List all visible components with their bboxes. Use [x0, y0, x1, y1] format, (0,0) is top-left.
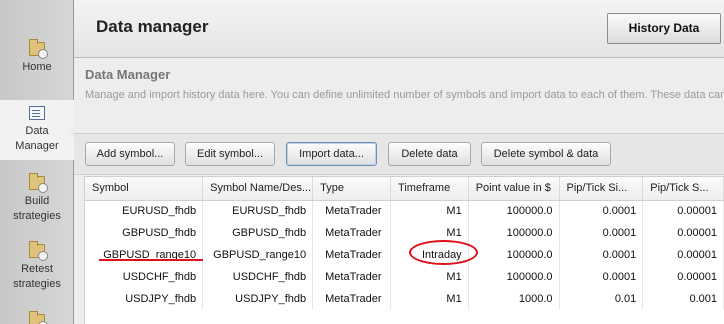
- cell-pip-tick-size: 0.0001: [559, 222, 644, 244]
- delete-data-button[interactable]: Delete data: [388, 142, 471, 166]
- cell-point-value: 1000.0: [468, 288, 560, 310]
- cell-point-value: 100000.0: [468, 266, 560, 288]
- active-item-pointer: [66, 123, 74, 139]
- cell-symbol: USDJPY_fhdb: [85, 288, 204, 310]
- sidebar-item-home[interactable]: Home: [0, 39, 74, 75]
- table-row[interactable]: EURUSD_fhdb EURUSD_fhdb MetaTrader M1 10…: [85, 200, 724, 222]
- cell-symbol-name: GBPUSD_range10: [202, 244, 314, 266]
- folder-icon: [29, 311, 48, 324]
- sidebar-item-label: Home: [22, 61, 52, 73]
- build-strategies-folder-icon: [29, 173, 48, 193]
- cell-symbol-name: USDCHF_fhdb: [202, 266, 314, 288]
- table-row[interactable]: GBPUSD_range10 GBPUSD_range10 MetaTrader…: [85, 244, 724, 266]
- cell-timeframe: M1: [390, 288, 469, 310]
- cell-type: MetaTrader: [312, 200, 392, 222]
- history-data-tab[interactable]: History Data: [607, 13, 721, 44]
- cell-pip-tick-step: 0.001: [642, 288, 724, 310]
- column-header-point-value[interactable]: Point value in $: [468, 177, 560, 201]
- edit-symbol-button[interactable]: Edit symbol...: [185, 142, 275, 166]
- retest-strategies-folder-icon: [29, 241, 48, 261]
- cell-pip-tick-size: 0.0001: [559, 244, 644, 266]
- cell-symbol-name: USDJPY_fhdb: [202, 288, 314, 310]
- main-panel: Data manager History Data Data Manager M…: [74, 0, 724, 324]
- symbols-table: Symbol Symbol Name/Des... Type Timeframe…: [84, 176, 724, 324]
- cell-pip-tick-step: 0.00001: [642, 200, 724, 222]
- cell-pip-tick-size: 0.0001: [559, 266, 644, 288]
- header-bar: Data manager History Data: [74, 0, 724, 58]
- cell-pip-tick-step: 0.00001: [642, 244, 724, 266]
- cell-pip-tick-size: 0.01: [559, 288, 644, 310]
- cell-symbol-name: EURUSD_fhdb: [202, 200, 314, 222]
- cell-symbol: USDCHF_fhdb: [85, 266, 204, 288]
- cell-type: MetaTrader: [312, 266, 392, 288]
- cell-pip-tick-step: 0.00001: [642, 266, 724, 288]
- cell-point-value: 100000.0: [468, 244, 560, 266]
- section-description: Manage and import history data here. You…: [85, 89, 724, 101]
- cell-symbol: EURUSD_fhdb: [85, 200, 204, 222]
- cell-symbol: GBPUSD_fhdb: [85, 222, 204, 244]
- table-row[interactable]: USDCHF_fhdb USDCHF_fhdb MetaTrader M1 10…: [85, 266, 724, 288]
- sidebar-item-build-strategies[interactable]: Build strategies: [0, 173, 74, 224]
- sidebar-item-label: Build strategies: [13, 195, 61, 222]
- cell-symbol-name: GBPUSD_fhdb: [202, 222, 314, 244]
- sidebar-item-data-manager[interactable]: Data Manager: [0, 100, 74, 160]
- home-folder-icon: [29, 39, 48, 59]
- section-title: Data Manager: [85, 67, 171, 82]
- column-header-pip-tick-step[interactable]: Pip/Tick S...: [642, 177, 724, 201]
- cell-pip-tick-size: 0.0001: [559, 200, 644, 222]
- red-underline-annotation: [99, 259, 203, 261]
- cell-pip-tick-step: 0.00001: [642, 222, 724, 244]
- table-row[interactable]: GBPUSD_fhdb GBPUSD_fhdb MetaTrader M1 10…: [85, 222, 724, 244]
- column-header-symbol[interactable]: Symbol: [85, 177, 204, 201]
- cell-type: MetaTrader: [312, 222, 392, 244]
- page-title: Data manager: [96, 17, 209, 36]
- red-ellipse-annotation: [409, 240, 478, 265]
- column-header-symbol-name[interactable]: Symbol Name/Des...: [202, 177, 314, 201]
- sidebar-item-label: Retest strategies: [13, 263, 61, 290]
- cell-type: MetaTrader: [312, 244, 392, 266]
- cell-symbol: GBPUSD_range10: [85, 244, 204, 266]
- cell-timeframe: M1: [390, 200, 469, 222]
- table-header-row: Symbol Symbol Name/Des... Type Timeframe…: [85, 177, 724, 201]
- delete-symbol-and-data-button[interactable]: Delete symbol & data: [481, 142, 611, 166]
- import-data-button[interactable]: Import data...: [286, 142, 377, 166]
- sidebar-item-more[interactable]: [0, 311, 74, 324]
- column-header-timeframe[interactable]: Timeframe: [390, 177, 469, 201]
- column-header-type[interactable]: Type: [312, 177, 392, 201]
- sidebar-item-label: Data Manager: [15, 125, 59, 152]
- toolbar: Add symbol... Edit symbol... Import data…: [74, 133, 724, 175]
- cell-point-value: 100000.0: [468, 200, 560, 222]
- column-header-pip-tick-size[interactable]: Pip/Tick Si...: [559, 177, 644, 201]
- add-symbol-button[interactable]: Add symbol...: [85, 142, 175, 166]
- cell-type: MetaTrader: [312, 288, 392, 310]
- data-manager-document-icon: [29, 106, 45, 120]
- cell-timeframe: M1: [390, 266, 469, 288]
- table-row[interactable]: USDJPY_fhdb USDJPY_fhdb MetaTrader M1 10…: [85, 288, 724, 310]
- cell-point-value: 100000.0: [468, 222, 560, 244]
- left-sidebar: Home Data Manager Build strategies Retes…: [0, 0, 74, 324]
- sidebar-item-retest-strategies[interactable]: Retest strategies: [0, 241, 74, 292]
